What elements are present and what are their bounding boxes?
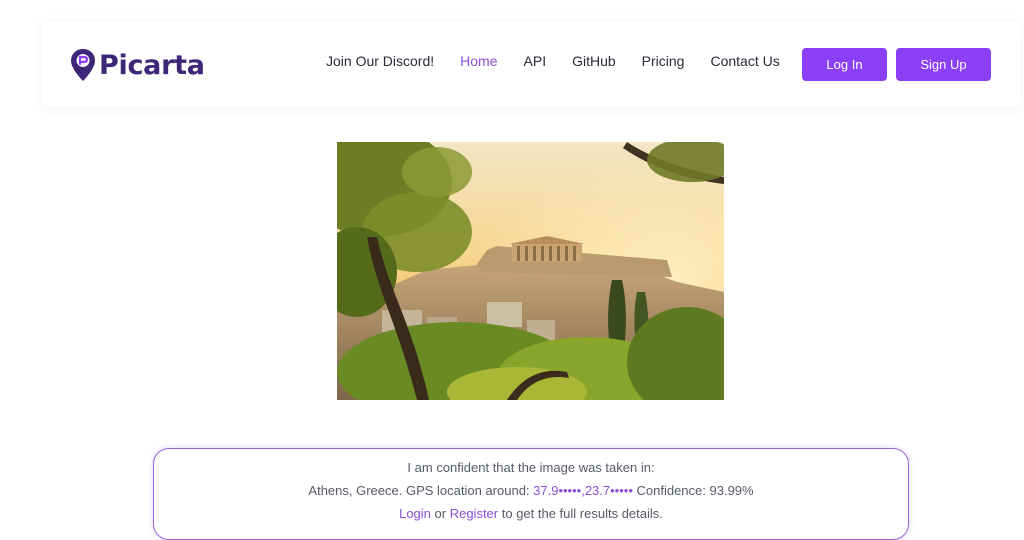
nav-link-pricing[interactable]: Pricing [642,53,685,69]
result-panel: I am confident that the image was taken … [153,448,909,540]
main-nav: Join Our Discord! Home API GitHub Pricin… [326,53,806,69]
register-link[interactable]: Register [450,506,498,521]
uploaded-photo [337,142,724,400]
result-location-line: Athens, Greece. GPS location around: 37.… [154,479,908,502]
or-text: or [430,506,450,521]
details-text: to get the full results details. [498,506,663,521]
result-intro: I am confident that the image was taken … [407,460,655,475]
confidence-text: Confidence: 93.99% [632,483,754,498]
nav-link-github[interactable]: GitHub [572,53,616,69]
login-link[interactable]: Login [399,506,431,521]
login-button[interactable]: Log In [802,48,887,81]
picarta-logo[interactable]: Picarta [70,48,205,82]
navbar: Picarta Join Our Discord! Home API GitHu… [42,22,1020,106]
nav-link-contact[interactable]: Contact Us [710,53,779,69]
nav-link-home[interactable]: Home [460,53,497,69]
nav-link-api[interactable]: API [524,53,547,69]
signup-button[interactable]: Sign Up [896,48,991,81]
nav-link-discord[interactable]: Join Our Discord! [326,53,434,69]
brand-name: Picarta [99,49,205,81]
location-text: Athens, Greece. GPS location around: [308,483,534,498]
result-cta-line: Login or Register to get the full result… [154,502,908,525]
gps-coordinates: 37.9•••••,23.7••••• [533,483,633,498]
location-pin-icon [71,49,95,81]
